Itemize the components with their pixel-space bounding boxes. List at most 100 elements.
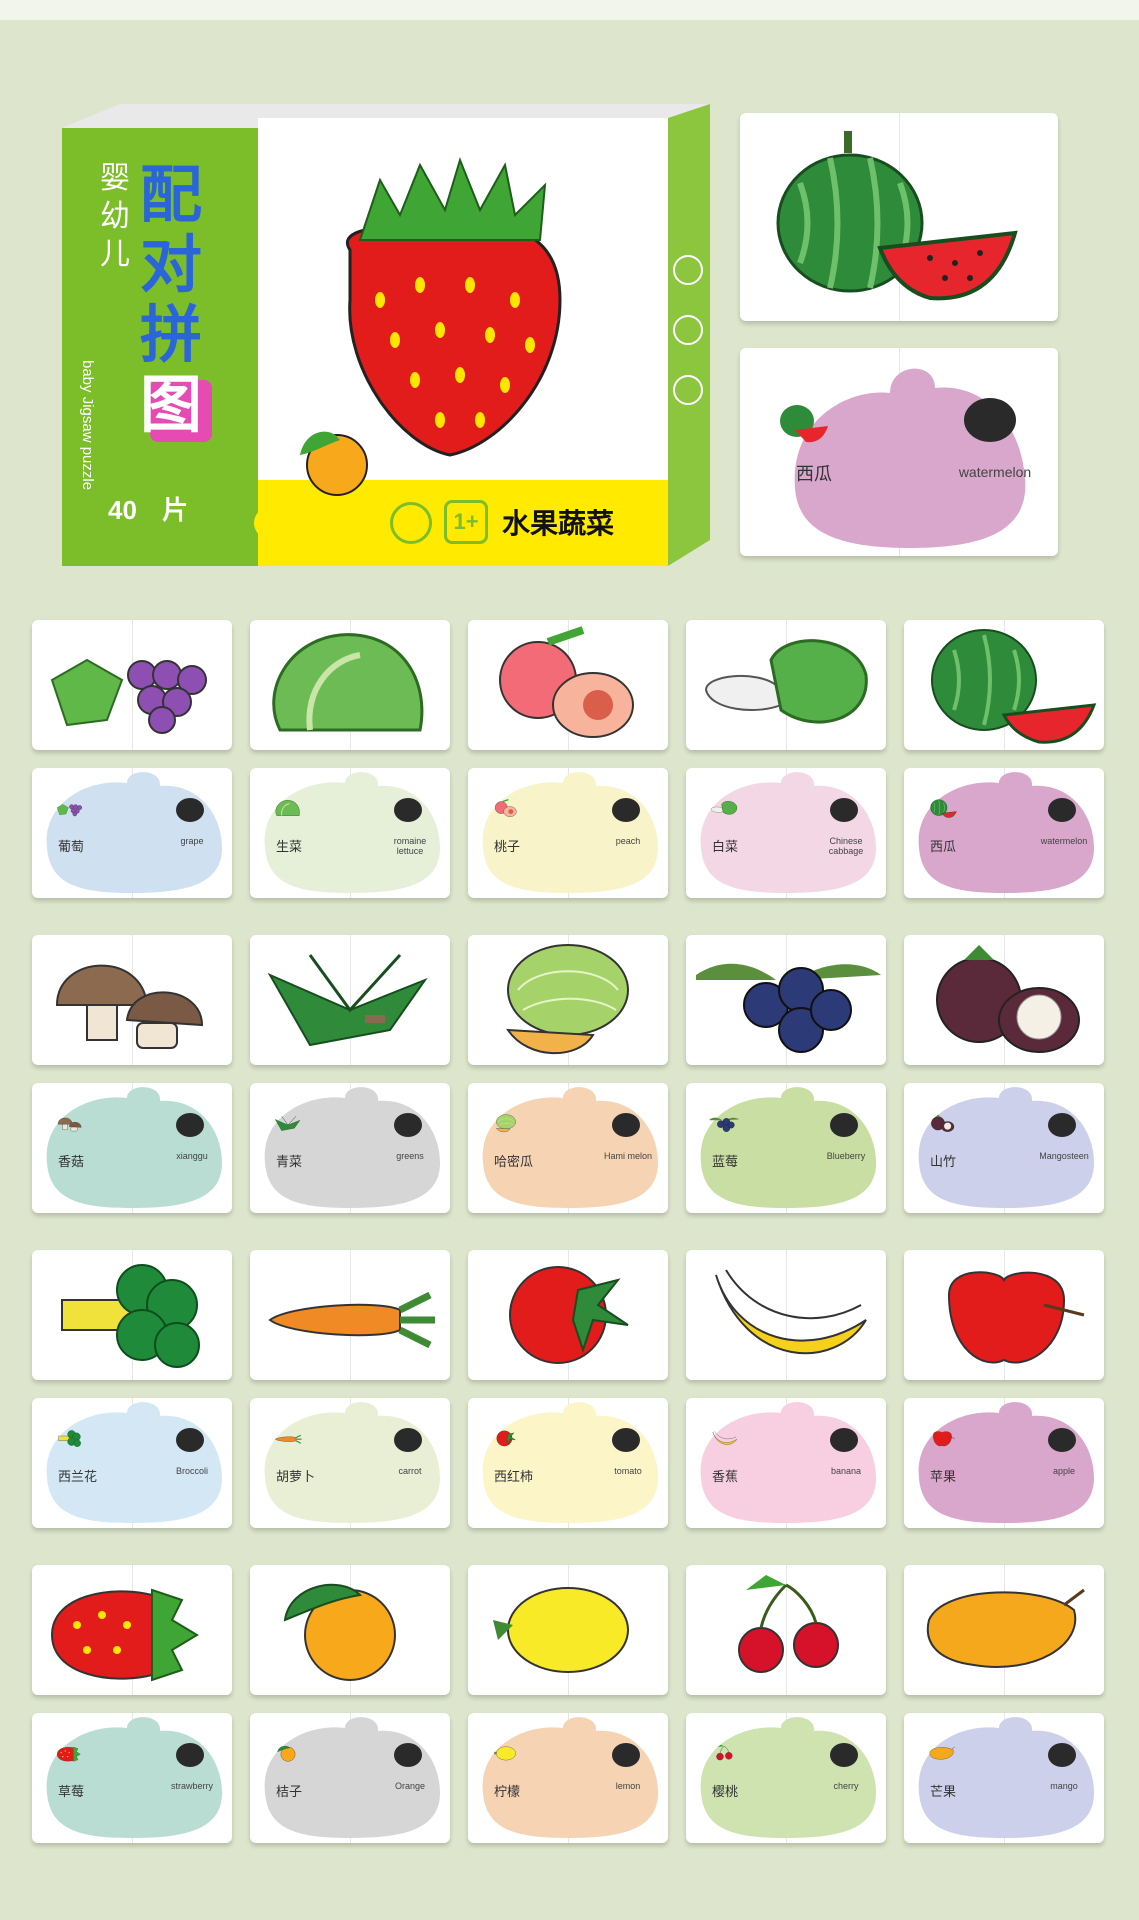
cherry-icon [738, 1575, 839, 1673]
name-card-grape: 葡萄 grape [32, 768, 232, 898]
picture-card-watermelon [904, 620, 1104, 750]
mango-icon [926, 1588, 1085, 1668]
feature-card-name: 西瓜 watermelon [740, 348, 1058, 556]
name-card-broccoli: 西兰花 Broccoli [32, 1398, 232, 1528]
mango-shape [918, 1717, 1094, 1838]
picture-card-blueberry [686, 935, 886, 1065]
banana-shape [700, 1402, 876, 1523]
name-card-orange: 桔子 Orange [250, 1713, 450, 1843]
age-badge: 1+ [444, 500, 488, 544]
watermelon-icon [931, 629, 1097, 744]
name-card-watermelon: 西瓜 watermelon [904, 768, 1104, 898]
piece-count-number: 40 [108, 495, 137, 525]
chinese-label: 青菜 [276, 1155, 303, 1170]
piece-count: 40 片 [108, 490, 188, 527]
carrot-icon [268, 1291, 435, 1349]
cherry-shape [700, 1717, 876, 1838]
name-card-mango: 芒果 mango [904, 1713, 1104, 1843]
name-card-strawberry: 草莓 strawberry [32, 1713, 232, 1843]
mangosteen-shape [918, 1087, 1094, 1208]
english-label: watermelon [1040, 836, 1088, 846]
lettuce-icon [272, 633, 424, 732]
picture-card-greens [250, 935, 450, 1065]
english-label: cherry [833, 1781, 859, 1791]
picture-card-tomato [468, 1250, 668, 1380]
english-label: xianggu [176, 1151, 208, 1161]
tomato-shape [482, 1402, 658, 1523]
blueberry-icon [696, 963, 881, 1053]
chinese-label: 柠檬 [494, 1785, 521, 1800]
name-card-lettuce: 生菜 romaine lettuce [250, 768, 450, 898]
picture-card-apple [904, 1250, 1104, 1380]
watermelon-shape [780, 368, 1026, 548]
name-card-greens: 青菜 greens [250, 1083, 450, 1213]
box-title: 配 对 拼 图 [140, 160, 210, 440]
english-label: Chinese cabbage [828, 836, 864, 856]
orange-icon [283, 1583, 396, 1681]
picture-card-peach [468, 620, 668, 750]
name-card-mushroom: 香菇 xianggu [32, 1083, 232, 1213]
name-card-banana: 香蕉 banana [686, 1398, 886, 1528]
english-label: Hami melon [603, 1151, 652, 1161]
lettuce-shape [264, 772, 440, 893]
chinese-label: 香菇 [58, 1155, 85, 1170]
lemon-shape [482, 1717, 658, 1838]
picture-card-mushroom [32, 935, 232, 1065]
english-label: mango [1050, 1781, 1078, 1791]
name-card-cabbage: 白菜 Chinese cabbage [686, 768, 886, 898]
english-label: strawberry [170, 1781, 213, 1791]
category-label: 水果蔬菜 [502, 507, 615, 540]
chinese-label: 香蕉 [712, 1470, 739, 1485]
picture-card-melon [468, 935, 668, 1065]
grape-icon [50, 658, 207, 734]
name-card-melon: 哈密瓜 Hami melon [468, 1083, 668, 1213]
apple-shape [918, 1402, 1094, 1523]
chinese-label: 桔子 [276, 1785, 303, 1800]
apple-icon [947, 1271, 1085, 1364]
blueberry-shape [700, 1087, 876, 1208]
melon-shape [482, 1087, 658, 1208]
chinese-label: 樱桃 [712, 1785, 739, 1800]
box-title-char-4: 图 [140, 368, 203, 441]
english-label: lemon [615, 1781, 641, 1791]
box-subtitle: 婴幼儿 [100, 161, 130, 272]
chinese-label: 苹果 [930, 1470, 957, 1485]
strawberry-icon [50, 1588, 199, 1682]
english-label: tomato [614, 1466, 642, 1476]
name-card-carrot: 胡萝卜 carrot [250, 1398, 450, 1528]
name-card-blueberry: 蓝莓 Blueberry [686, 1083, 886, 1213]
piece-count-unit: 片 [162, 495, 189, 525]
picture-card-cherry [686, 1565, 886, 1695]
hand-icon [390, 502, 432, 544]
picture-card-banana [686, 1250, 886, 1380]
picture-card-mango [904, 1565, 1104, 1695]
chinese-label: 西瓜 [930, 840, 957, 855]
name-card-mangosteen: 山竹 Mangosteen [904, 1083, 1104, 1213]
feature-card-picture [740, 113, 1058, 321]
english-label: greens [396, 1151, 424, 1161]
watermelon-icon [776, 131, 1018, 301]
broccoli-shape [46, 1402, 222, 1523]
name-card-apple: 苹果 apple [904, 1398, 1104, 1528]
chinese-label: 哈密瓜 [494, 1155, 534, 1170]
grape-shape [46, 772, 222, 893]
chinese-label: 胡萝卜 [276, 1470, 316, 1485]
picture-card-lettuce [250, 620, 450, 750]
chinese-label: 桃子 [494, 840, 521, 855]
picture-card-broccoli [32, 1250, 232, 1380]
chinese-label: 芒果 [930, 1785, 957, 1800]
picture-card-strawberry [32, 1565, 232, 1695]
picture-card-cabbage [686, 620, 886, 750]
peach-shape [482, 772, 658, 893]
mushroom-shape [46, 1087, 222, 1208]
english-label: Mangosteen [1039, 1151, 1089, 1161]
chinese-label: 西兰花 [58, 1470, 98, 1485]
english-label: peach [615, 836, 641, 846]
name-card-peach: 桃子 peach [468, 768, 668, 898]
feature-card-english-label: watermelon [958, 464, 1032, 480]
cabbage-shape [700, 772, 876, 893]
box-title-english: baby Jigsaw puzzle [79, 360, 96, 491]
feature-card-chinese-label: 西瓜 [796, 464, 832, 485]
box-title-char-2: 对 [140, 228, 203, 301]
chinese-label: 葡萄 [58, 840, 85, 855]
